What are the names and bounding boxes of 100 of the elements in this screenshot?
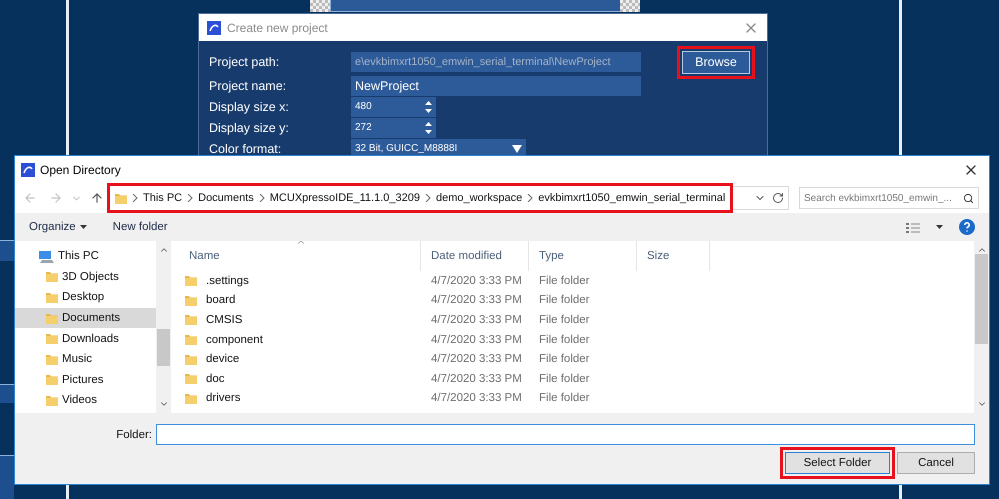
date-modified: 4/7/2020 3:33 PM — [431, 334, 522, 346]
breadcrumb-item[interactable]: This PC — [143, 192, 182, 204]
chevron-right-icon — [187, 194, 194, 202]
breadcrumb-item[interactable]: MCUXpressoIDE_11.1.0_3209 — [270, 192, 420, 204]
format-dropdown[interactable]: 32 Bit, GUICC_M8888I — [351, 138, 526, 156]
checker-tile — [620, 0, 640, 12]
column-header[interactable]: Type — [529, 241, 637, 271]
breadcrumb-item[interactable]: Documents — [198, 192, 254, 204]
date-modified: 4/7/2020 3:33 PM — [431, 294, 522, 306]
search-icon[interactable] — [963, 192, 974, 204]
folder-icon — [185, 294, 197, 306]
refresh-icon[interactable] — [772, 192, 784, 204]
field-label: Display size x: — [209, 100, 290, 114]
spin-field[interactable]: 480 — [351, 96, 436, 116]
file-name: device — [206, 353, 240, 366]
folder-icon — [185, 275, 197, 286]
scroll-thumb[interactable] — [975, 254, 988, 344]
folder-icon — [115, 192, 127, 204]
date-modified: 4/7/2020 3:33 PM — [431, 274, 522, 287]
file-name: CMSIS — [206, 314, 242, 326]
folder-icon — [46, 292, 58, 303]
folder-icon — [46, 354, 58, 365]
view-icon[interactable] — [906, 222, 920, 232]
breadcrumb-item[interactable]: demo_workspace — [436, 192, 522, 204]
folder-icon — [46, 394, 58, 406]
file-name: component — [206, 334, 263, 346]
app-icon — [21, 162, 35, 176]
column-header[interactable]: Date modified — [421, 241, 529, 271]
file-name: .settings — [206, 274, 249, 287]
breadcrumb-item[interactable]: evkbimxrt1050_emwin_serial_terminal — [538, 192, 726, 204]
column-header[interactable]: Name — [179, 241, 421, 271]
browse-button[interactable]: Browse — [682, 50, 750, 74]
up-icon[interactable] — [90, 191, 104, 205]
chevron-right-icon — [424, 194, 431, 202]
toolbar-button[interactable]: Organize — [29, 221, 87, 233]
file-row[interactable]: device 4/7/2020 3:33 PM File folder — [179, 349, 974, 369]
folder-icon — [185, 314, 197, 326]
file-row[interactable]: drivers 4/7/2020 3:33 PM File folder — [179, 388, 974, 408]
sidebar-item[interactable]: Desktop — [15, 287, 156, 308]
file-type: File folder — [539, 314, 590, 326]
sidebar-item[interactable]: This PC — [15, 246, 156, 267]
folder-icon — [46, 333, 58, 344]
field-label: Display size y: — [209, 120, 290, 134]
spin-field[interactable]: 272 — [351, 118, 436, 138]
address-bar[interactable]: This PC Documents MCUXpressoIDE_11.1.0_3209 demo_workspace evkbimxrt1050_emwin_serial_terminal — [110, 186, 789, 210]
file-type: File folder — [539, 372, 590, 385]
checker-tile — [310, 0, 330, 12]
file-name: drivers — [206, 392, 241, 404]
sidebar-item[interactable]: Downloads — [15, 328, 156, 349]
file-type: File folder — [539, 334, 590, 346]
folder-icon — [46, 374, 58, 386]
sidebar-item[interactable]: Pictures — [15, 370, 156, 390]
panel-strip — [0, 240, 14, 261]
toolbar-button[interactable]: New folder — [112, 221, 168, 233]
search-field[interactable]: Search evkbimxrt1050_emwin_... — [799, 187, 979, 209]
folder-icon — [46, 312, 58, 324]
sidebar-item[interactable]: Music — [15, 348, 156, 370]
chevron-right-icon — [258, 194, 265, 202]
chevron-right-icon — [527, 194, 534, 202]
file-type: File folder — [539, 274, 590, 287]
select-folder-button[interactable]: Select Folder — [785, 452, 890, 474]
sidebar-item[interactable]: 3D Objects — [15, 266, 156, 288]
computer-icon — [38, 250, 54, 263]
file-row[interactable]: board 4/7/2020 3:33 PM File folder — [179, 290, 974, 310]
folder-icon — [185, 354, 197, 365]
field-label: Folder: — [116, 428, 152, 440]
text-field[interactable]: NewProject — [351, 76, 641, 96]
column-header[interactable]: Size — [637, 241, 710, 271]
cancel-button[interactable]: Cancel — [897, 452, 975, 474]
file-name: board — [206, 294, 236, 306]
file-type: File folder — [539, 392, 590, 404]
panel-strip — [0, 455, 14, 499]
file-row[interactable]: .settings 4/7/2020 3:33 PM File folder — [179, 271, 974, 291]
file-type: File folder — [539, 294, 590, 306]
file-name: doc — [206, 372, 225, 385]
file-row[interactable]: component 4/7/2020 3:33 PM File folder — [179, 330, 974, 350]
file-row[interactable]: doc 4/7/2020 3:33 PM File folder — [179, 368, 974, 389]
caret-icon[interactable] — [936, 225, 943, 229]
dropdown-arrow-icon[interactable] — [512, 144, 522, 152]
folder-icon — [46, 271, 58, 282]
help-icon[interactable] — [959, 219, 975, 235]
folder-icon — [185, 392, 197, 404]
folder-icon — [185, 334, 197, 346]
spin-arrows-icon[interactable] — [425, 100, 432, 114]
sidebar-item[interactable]: Videos — [15, 390, 156, 411]
file-type: File folder — [539, 353, 590, 366]
scroll-thumb[interactable] — [157, 329, 170, 366]
caret-icon[interactable] — [80, 225, 87, 229]
field-label: Project path: — [209, 55, 280, 69]
spin-arrows-icon[interactable] — [425, 120, 432, 134]
field-label: Project name: — [209, 78, 288, 92]
date-modified: 4/7/2020 3:33 PM — [431, 372, 522, 385]
folder-icon — [185, 373, 197, 384]
file-row[interactable]: CMSIS 4/7/2020 3:33 PM File folder — [179, 310, 974, 330]
chevron-right-icon — [132, 194, 138, 202]
folder-field[interactable] — [156, 424, 975, 445]
sidebar-item[interactable]: Documents — [15, 308, 156, 328]
date-modified: 4/7/2020 3:33 PM — [431, 392, 522, 404]
date-modified: 4/7/2020 3:33 PM — [431, 353, 522, 366]
date-modified: 4/7/2020 3:33 PM — [431, 314, 522, 326]
